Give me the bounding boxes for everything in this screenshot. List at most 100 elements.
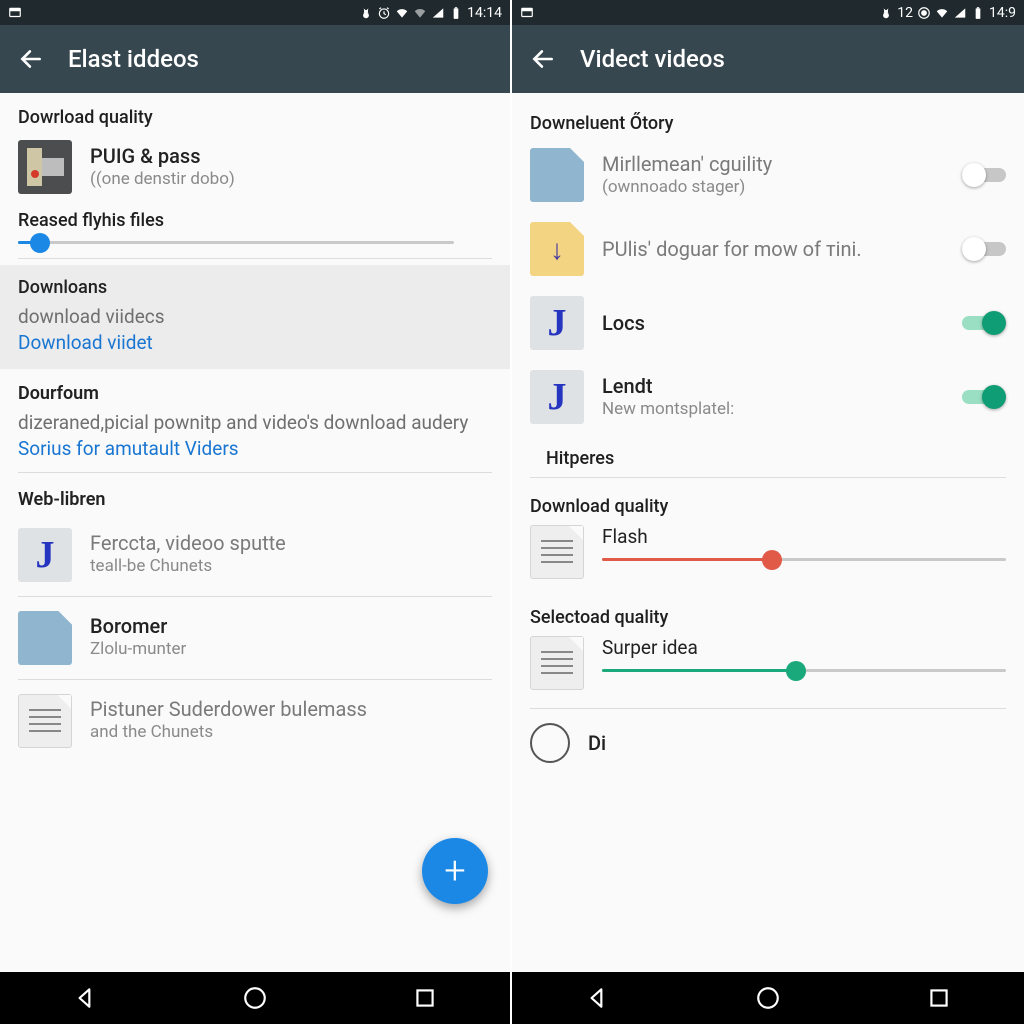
nav-bar bbox=[512, 972, 1024, 1024]
screen-left: 14:14 Elast iddeos Dowrload quality PUIG… bbox=[0, 0, 512, 1024]
list-item[interactable]: Boromer Zlolu-munter bbox=[0, 601, 510, 675]
nav-recent-icon[interactable] bbox=[926, 985, 952, 1011]
list-item[interactable]: Di bbox=[512, 713, 1024, 763]
toggle-row[interactable]: J Lendt New montsplatel: bbox=[512, 360, 1024, 434]
downloads-hd: Downloans bbox=[18, 277, 492, 298]
content-right: Downeluent Őtory Mirllemean' cguility (o… bbox=[512, 93, 1024, 972]
page-title: Elast iddeos bbox=[68, 45, 199, 73]
divider bbox=[530, 477, 1006, 478]
last-label: Di bbox=[588, 731, 1006, 756]
alarm-icon bbox=[377, 6, 391, 20]
app-bar: Videct videos bbox=[512, 25, 1024, 93]
notif-icon bbox=[520, 6, 534, 20]
screen-right: 12 14:9 Videct videos Downeluent Őtory M… bbox=[512, 0, 1024, 1024]
nav-bar bbox=[0, 972, 510, 1024]
nav-home-icon[interactable] bbox=[755, 985, 781, 1011]
content-left: Dowrload quality PUIG & pass ((one denst… bbox=[0, 93, 510, 972]
downloads-link[interactable]: Download viidet bbox=[18, 330, 492, 356]
section-dl-quality: Download quality bbox=[512, 482, 1024, 521]
back-icon[interactable] bbox=[530, 46, 556, 72]
nav-back-icon[interactable] bbox=[72, 985, 98, 1011]
surper-row[interactable]: Surper idea bbox=[512, 632, 1024, 704]
toggle-title: Mirllemean' cguility bbox=[602, 152, 944, 177]
item-title: Ferccta, videoo sputte bbox=[90, 531, 492, 556]
circle-icon bbox=[917, 6, 931, 20]
toggle-sub: (ownnoado stager) bbox=[602, 177, 944, 198]
wifi-dim-icon bbox=[413, 6, 427, 20]
status-bar: 12 14:9 bbox=[512, 0, 1024, 25]
dourfoum-link[interactable]: Sorius for amutault Viders bbox=[18, 436, 492, 462]
toggle-sub: New montsplatel: bbox=[602, 399, 944, 420]
list-item[interactable]: J Ferccta, videoo sputte teall-be Chunet… bbox=[0, 518, 510, 592]
files-slider[interactable] bbox=[0, 235, 510, 254]
app-title-label: PUIG & pass bbox=[90, 144, 492, 169]
bunny-icon bbox=[879, 6, 893, 20]
nav-back-icon[interactable] bbox=[584, 985, 610, 1011]
back-icon[interactable] bbox=[18, 46, 44, 72]
item-sub: Zlolu-munter bbox=[90, 639, 492, 660]
downloads-block[interactable]: Downloans download viidecs Download viid… bbox=[0, 265, 510, 369]
list-item[interactable]: Pistuner Suderdower bulemass and the Chu… bbox=[0, 684, 510, 758]
fab-add[interactable]: + bbox=[422, 838, 488, 904]
item-title: Pistuner Suderdower bulemass bbox=[90, 697, 492, 722]
j-icon: J bbox=[18, 528, 72, 582]
doc-lines-icon bbox=[18, 694, 72, 748]
doc-lines-icon bbox=[530, 636, 584, 690]
item-title: Boromer bbox=[90, 614, 492, 639]
toggle-title: Lendt bbox=[602, 374, 944, 399]
toggle-row[interactable]: Mirllemean' cguility (ownnoado stager) bbox=[512, 138, 1024, 212]
nav-home-icon[interactable] bbox=[242, 985, 268, 1011]
page-title: Videct videos bbox=[580, 45, 725, 73]
dourfoum-line1: dizeraned,picial pownitp and video's dow… bbox=[18, 410, 492, 436]
dourfoum-hd: Dourfoum bbox=[18, 383, 492, 404]
dourfoum-block: Dourfoum dizeraned,picial pownitp and vi… bbox=[0, 369, 510, 467]
clock: 14:14 bbox=[467, 5, 502, 21]
doc-yellow-icon: ↓ bbox=[530, 222, 584, 276]
item-sub: and the Chunets bbox=[90, 722, 492, 743]
bunny-icon bbox=[359, 6, 373, 20]
section-hitperes: Hitperes bbox=[512, 434, 1024, 473]
section-select-quality: Selectoad quality bbox=[512, 593, 1024, 632]
doc-icon bbox=[530, 148, 584, 202]
signal-icon bbox=[431, 6, 445, 20]
battery-icon bbox=[971, 6, 985, 20]
circle-icon bbox=[530, 723, 570, 763]
flash-slider[interactable] bbox=[602, 558, 1006, 561]
toggle-title: PUlis' doguar for mow of тini. bbox=[602, 237, 944, 262]
wifi-icon bbox=[935, 6, 949, 20]
nav-recent-icon[interactable] bbox=[412, 985, 438, 1011]
status-bar: 14:14 bbox=[0, 0, 510, 25]
toggle-switch[interactable] bbox=[962, 311, 1006, 335]
weblibren-hd: Web-libren bbox=[0, 477, 510, 518]
wifi-icon bbox=[395, 6, 409, 20]
app-bar: Elast iddeos bbox=[0, 25, 510, 93]
j-icon: J bbox=[530, 370, 584, 424]
toggle-title: Locs bbox=[602, 311, 944, 336]
section-downeluent: Downeluent Őtory bbox=[512, 93, 1024, 138]
section-download-quality: Dowrload quality bbox=[0, 93, 510, 132]
doc-icon bbox=[18, 611, 72, 665]
divider bbox=[530, 708, 1006, 709]
item-sub: teall-be Chunets bbox=[90, 556, 492, 577]
status-extra: 12 bbox=[897, 5, 913, 21]
toggle-row[interactable]: ↓ PUlis' doguar for mow of тini. bbox=[512, 212, 1024, 286]
toggle-switch[interactable] bbox=[962, 237, 1006, 261]
app-sub-label: ((one denstir dobo) bbox=[90, 169, 492, 190]
surper-label: Surper idea bbox=[602, 636, 1006, 659]
toggle-switch[interactable] bbox=[962, 163, 1006, 187]
app-row-puig[interactable]: PUIG & pass ((one denstir dobo) bbox=[0, 132, 510, 202]
notif-icon bbox=[8, 6, 22, 20]
doc-lines-icon bbox=[530, 525, 584, 579]
flash-label: Flash bbox=[602, 525, 1006, 548]
flash-row[interactable]: Flash bbox=[512, 521, 1024, 593]
clock: 14:9 bbox=[989, 5, 1016, 21]
battery-icon bbox=[449, 6, 463, 20]
toggle-row[interactable]: J Locs bbox=[512, 286, 1024, 360]
toggle-switch[interactable] bbox=[962, 385, 1006, 409]
surper-slider[interactable] bbox=[602, 669, 1006, 672]
app-icon bbox=[18, 140, 72, 194]
slider-label: Reased flyhis files bbox=[0, 202, 510, 235]
j-icon: J bbox=[530, 296, 584, 350]
signal-icon bbox=[953, 6, 967, 20]
downloads-line1: download viidecs bbox=[18, 304, 492, 330]
